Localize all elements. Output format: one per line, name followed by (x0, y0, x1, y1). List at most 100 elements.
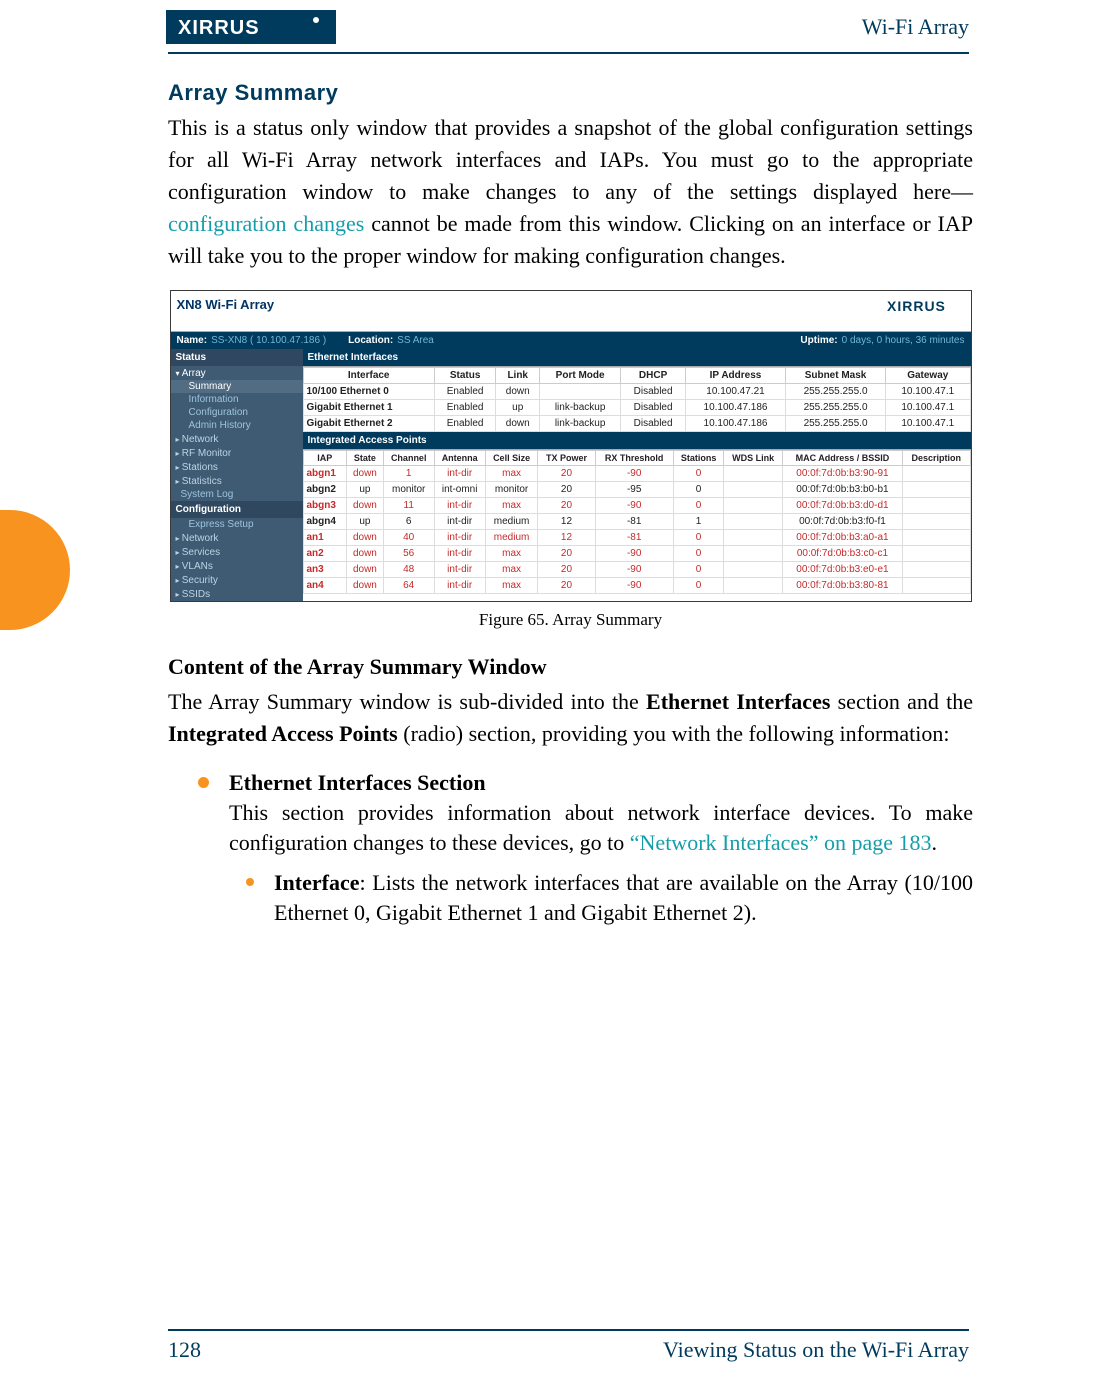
eth-cell: down (496, 416, 540, 432)
iap-cell: 0 (673, 466, 724, 482)
iap-cell: max (485, 546, 538, 562)
table-row[interactable]: an3down48int-dirmax20-90000:0f:7d:0b:b3:… (303, 562, 970, 578)
iap-cell: 6 (383, 514, 434, 530)
iap-cell: 20 (538, 482, 595, 498)
eth-cell: link-backup (540, 416, 621, 432)
eth-col: IP Address (685, 368, 785, 384)
table-row[interactable]: abgn1down1int-dirmax20-90000:0f:7d:0b:b3… (303, 466, 970, 482)
status-name-value: SS-XN8 ( 10.100.47.186 ) (211, 335, 326, 346)
iap-cell (724, 466, 782, 482)
eth-cell: Enabled (434, 384, 496, 400)
iap-table: IAPStateChannelAntennaCell SizeTX PowerR… (303, 450, 971, 594)
iap-cell: monitor (485, 482, 538, 498)
iap-cell: 56 (383, 546, 434, 562)
iap-col: Description (902, 451, 970, 466)
iap-cell: max (485, 466, 538, 482)
iap-cell: 00:0f:7d:0b:b3:c0-c1 (782, 546, 902, 562)
iap-cell: up (346, 482, 383, 498)
eth-cell: Gigabit Ethernet 2 (303, 416, 434, 432)
thumb-tab (0, 510, 70, 630)
iap-cell: int-dir (434, 562, 485, 578)
iap-cell: int-dir (434, 514, 485, 530)
iap-cell: 00:0f:7d:0b:b3:90-91 (782, 466, 902, 482)
table-row[interactable]: an4down64int-dirmax20-90000:0f:7d:0b:b3:… (303, 578, 970, 594)
sidebar-configuration[interactable]: Configuration (171, 406, 303, 419)
iap-cell: down (346, 578, 383, 594)
sidebar-system-log[interactable]: System Log (171, 488, 303, 501)
content-subheading: Content of the Array Summary Window (168, 654, 973, 680)
iap-cell: max (485, 498, 538, 514)
table-row[interactable]: abgn4up6int-dirmedium12-81100:0f:7d:0b:b… (303, 514, 970, 530)
iap-cell: -81 (595, 530, 673, 546)
network-interfaces-link[interactable]: “Network Interfaces” on page 183 (630, 830, 932, 855)
sidebar-statistics[interactable]: Statistics (171, 474, 303, 488)
sidebar-cfg-ssids[interactable]: SSIDs (171, 587, 303, 601)
iap-cell: an1 (303, 530, 346, 546)
iap-cell (902, 466, 970, 482)
table-row[interactable]: abgn2upmonitorint-omnimonitor20-95000:0f… (303, 482, 970, 498)
status-location-label: Location: (348, 335, 393, 346)
eth-cell: Disabled (621, 400, 686, 416)
sidebar-admin-history[interactable]: Admin History (171, 419, 303, 432)
iap-cell: 1 (673, 514, 724, 530)
iap-cell: an3 (303, 562, 346, 578)
iap-cell: abgn2 (303, 482, 346, 498)
table-row[interactable]: an1down40int-dirmedium12-81000:0f:7d:0b:… (303, 530, 970, 546)
sidebar-array[interactable]: Array (171, 366, 303, 380)
header-product-name: Wi-Fi Array (862, 14, 969, 40)
sidebar-stations[interactable]: Stations (171, 460, 303, 474)
ethernet-bar: Ethernet Interfaces (303, 349, 971, 367)
sidebar-information[interactable]: Information (171, 393, 303, 406)
p2c: section and the (830, 689, 973, 714)
table-row[interactable]: Gigabit Ethernet 1Enableduplink-backupDi… (303, 400, 970, 416)
iap-cell: 48 (383, 562, 434, 578)
sidebar-cfg-services[interactable]: Services (171, 545, 303, 559)
mini-logo: XIRRUS (887, 295, 965, 320)
eth-cell: 10.100.47.1 (886, 416, 970, 432)
sidebar-cfg-security[interactable]: Security (171, 573, 303, 587)
eth-cell: 10.100.47.186 (685, 416, 785, 432)
intro-paragraph: This is a status only window that provid… (168, 112, 973, 272)
table-row[interactable]: abgn3down11int-dirmax20-90000:0f:7d:0b:b… (303, 498, 970, 514)
sidebar-network[interactable]: Network (171, 432, 303, 446)
iap-cell: int-omni (434, 482, 485, 498)
table-row[interactable]: Gigabit Ethernet 2Enableddownlink-backup… (303, 416, 970, 432)
sidebar-cfg-vlans[interactable]: VLANs (171, 559, 303, 573)
iap-cell: 20 (538, 466, 595, 482)
section-heading: Array Summary (168, 80, 973, 106)
eth-cell (540, 384, 621, 400)
iap-cell: max (485, 562, 538, 578)
iap-cell: 00:0f:7d:0b:b3:80-81 (782, 578, 902, 594)
table-row[interactable]: 10/100 Ethernet 0EnableddownDisabled10.1… (303, 384, 970, 400)
p2e: (radio) section, providing you with the … (398, 721, 950, 746)
iap-cell: medium (485, 530, 538, 546)
header-rule (168, 52, 969, 54)
iap-cell (724, 514, 782, 530)
iap-cell: 20 (538, 578, 595, 594)
sidebar-express-setup[interactable]: Express Setup (171, 518, 303, 531)
table-row[interactable]: an2down56int-dirmax20-90000:0f:7d:0b:b3:… (303, 546, 970, 562)
iap-cell: int-dir (434, 546, 485, 562)
eth-cell: Gigabit Ethernet 1 (303, 400, 434, 416)
ethernet-table: InterfaceStatusLinkPort ModeDHCPIP Addre… (303, 367, 971, 432)
iap-col: IAP (303, 451, 346, 466)
iap-cell: 0 (673, 482, 724, 498)
sidebar-summary[interactable]: Summary (171, 380, 303, 393)
eth-cell: 255.255.255.0 (786, 384, 886, 400)
iap-cell (902, 546, 970, 562)
iap-cell (902, 498, 970, 514)
sidebar-cfg-network[interactable]: Network (171, 531, 303, 545)
iap-cell: -90 (595, 498, 673, 514)
iap-cell: 00:0f:7d:0b:b3:b0-b1 (782, 482, 902, 498)
iap-cell: 1 (383, 466, 434, 482)
sidebar: Status Array Summary Information Configu… (171, 349, 303, 601)
eth-col: Interface (303, 368, 434, 384)
iap-cell: 12 (538, 514, 595, 530)
content-paragraph: The Array Summary window is sub-divided … (168, 686, 973, 750)
sidebar-rf-monitor[interactable]: RF Monitor (171, 446, 303, 460)
iap-cell: down (346, 466, 383, 482)
iap-cell (724, 482, 782, 498)
config-changes-link[interactable]: configuration changes (168, 211, 364, 236)
bullet-icon (246, 878, 254, 886)
iap-cell: 11 (383, 498, 434, 514)
